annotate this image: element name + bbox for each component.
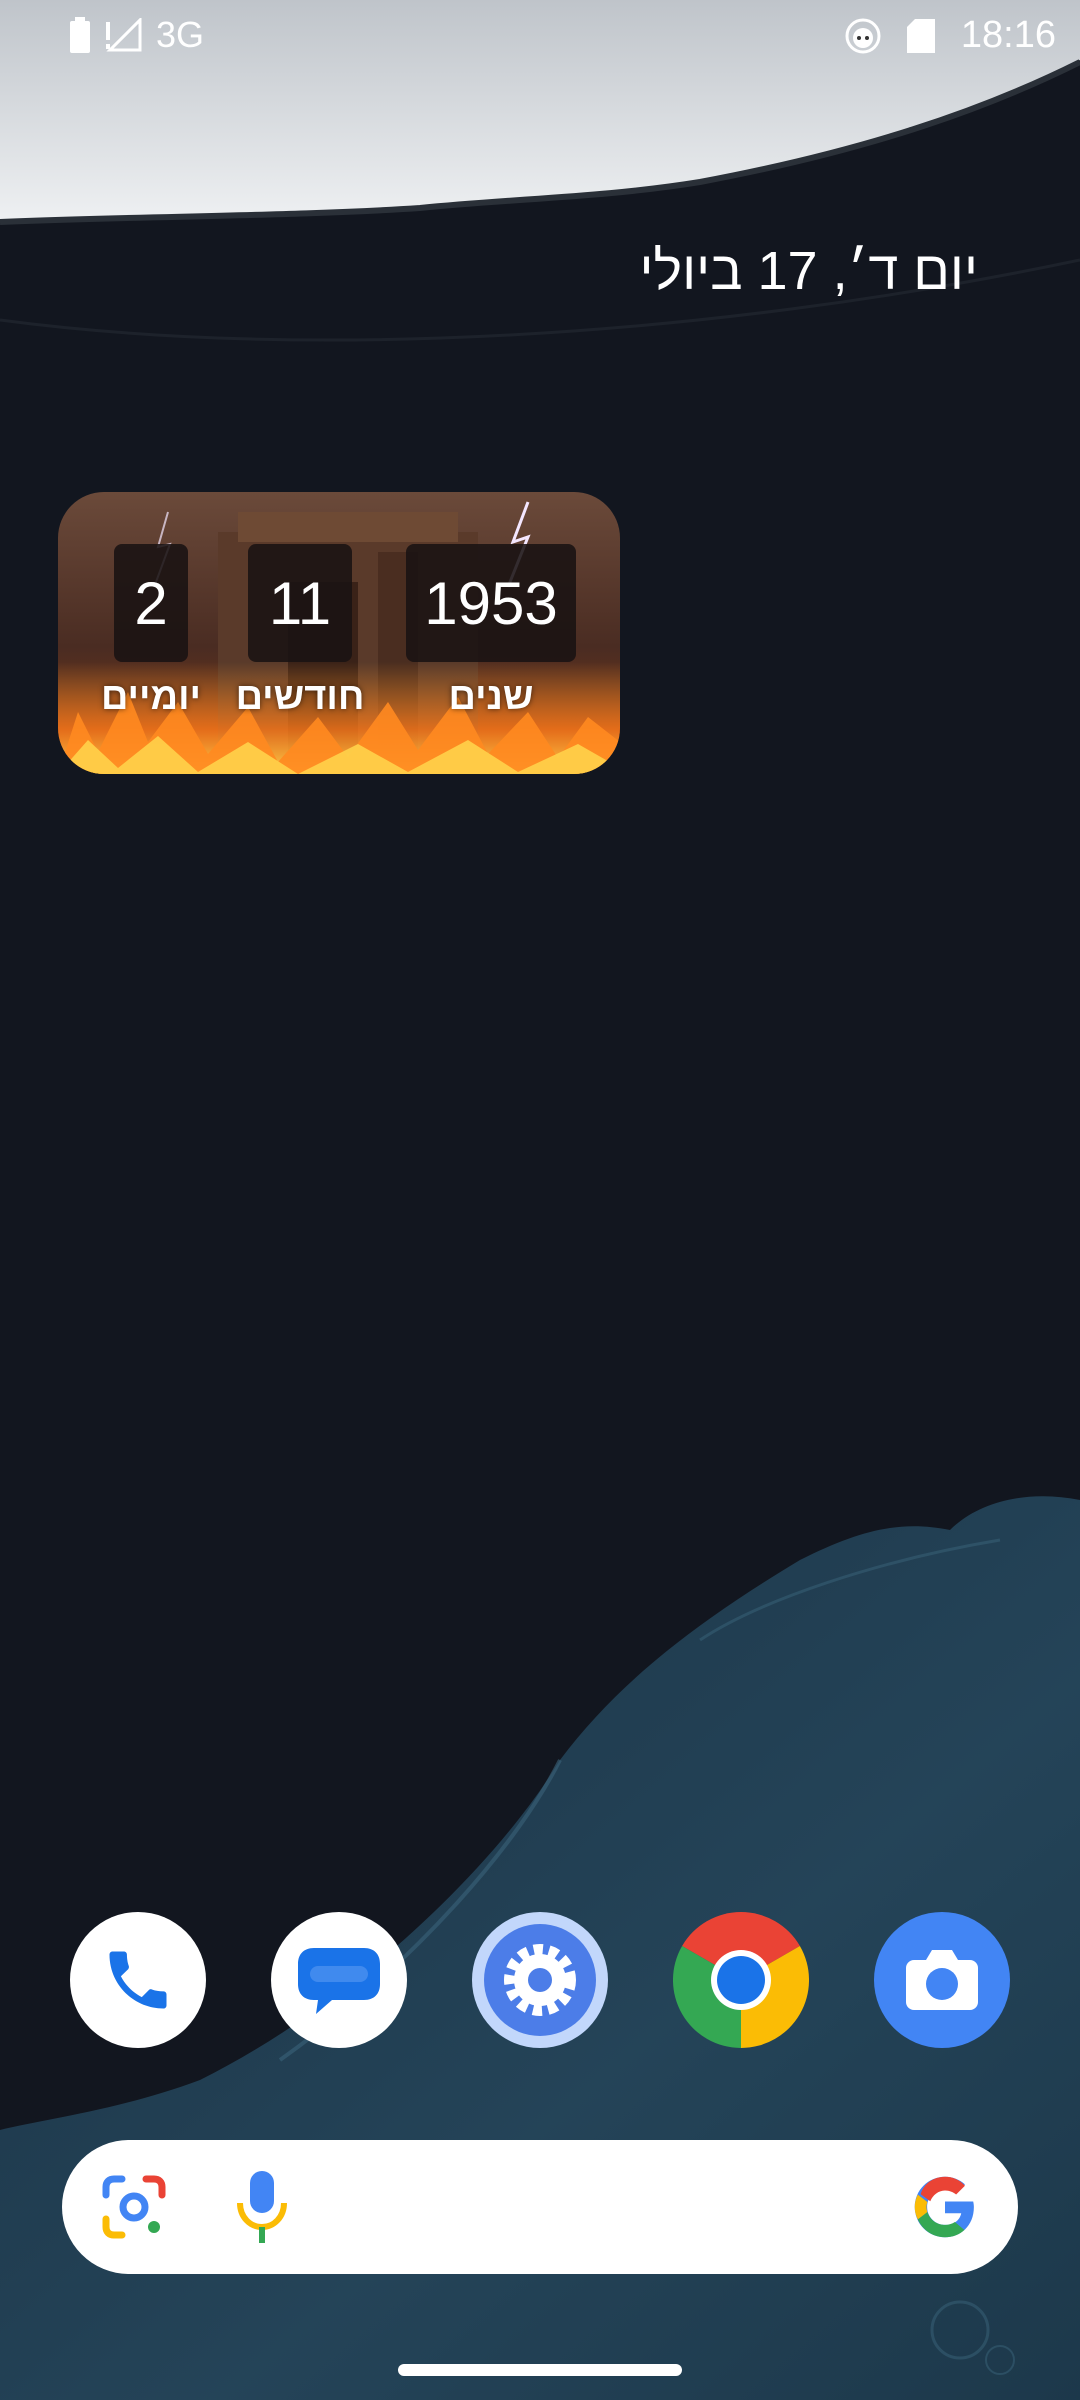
notification-app-icon	[845, 18, 881, 53]
network-type: 3G	[156, 14, 205, 55]
chrome-icon	[673, 1912, 809, 2048]
days-value: 2	[114, 544, 188, 662]
phone-app-icon[interactable]	[70, 1912, 206, 2048]
gesture-nav-handle[interactable]	[398, 2364, 682, 2376]
camera-icon	[906, 1950, 978, 2010]
no-signal-icon	[106, 18, 142, 52]
months-value: 11	[248, 544, 352, 662]
google-lens-icon[interactable]	[100, 2173, 168, 2241]
status-right: 18:16	[845, 14, 1056, 57]
settings-app-icon[interactable]	[472, 1912, 608, 2048]
status-bar: 3G 18:16	[0, 0, 1080, 76]
chrome-app-icon[interactable]	[673, 1912, 809, 2048]
google-logo-icon[interactable]	[912, 2174, 978, 2240]
sd-card-icon	[906, 18, 935, 53]
days-label: יומיים	[100, 676, 202, 718]
messages-icon	[298, 1948, 380, 2014]
messages-app-icon[interactable]	[271, 1912, 407, 2048]
phone-icon	[109, 1951, 167, 2009]
countdown-widget[interactable]: 1953 שנים 11 חודשים 2 יומיים	[58, 492, 620, 774]
status-left: 3G	[70, 14, 204, 56]
google-search-bar[interactable]	[62, 2140, 1018, 2274]
camera-app-icon[interactable]	[874, 1912, 1010, 2048]
battery-icon	[70, 17, 90, 53]
clock: 18:16	[960, 14, 1056, 56]
microphone-icon[interactable]	[234, 2169, 290, 2245]
years-value: 1953	[406, 544, 576, 662]
date-widget[interactable]: יום ד׳, 17 ביולי	[640, 240, 978, 302]
months-label: חודשים	[235, 676, 365, 718]
years-label: שנים	[448, 676, 534, 718]
gear-icon	[484, 1924, 596, 2036]
